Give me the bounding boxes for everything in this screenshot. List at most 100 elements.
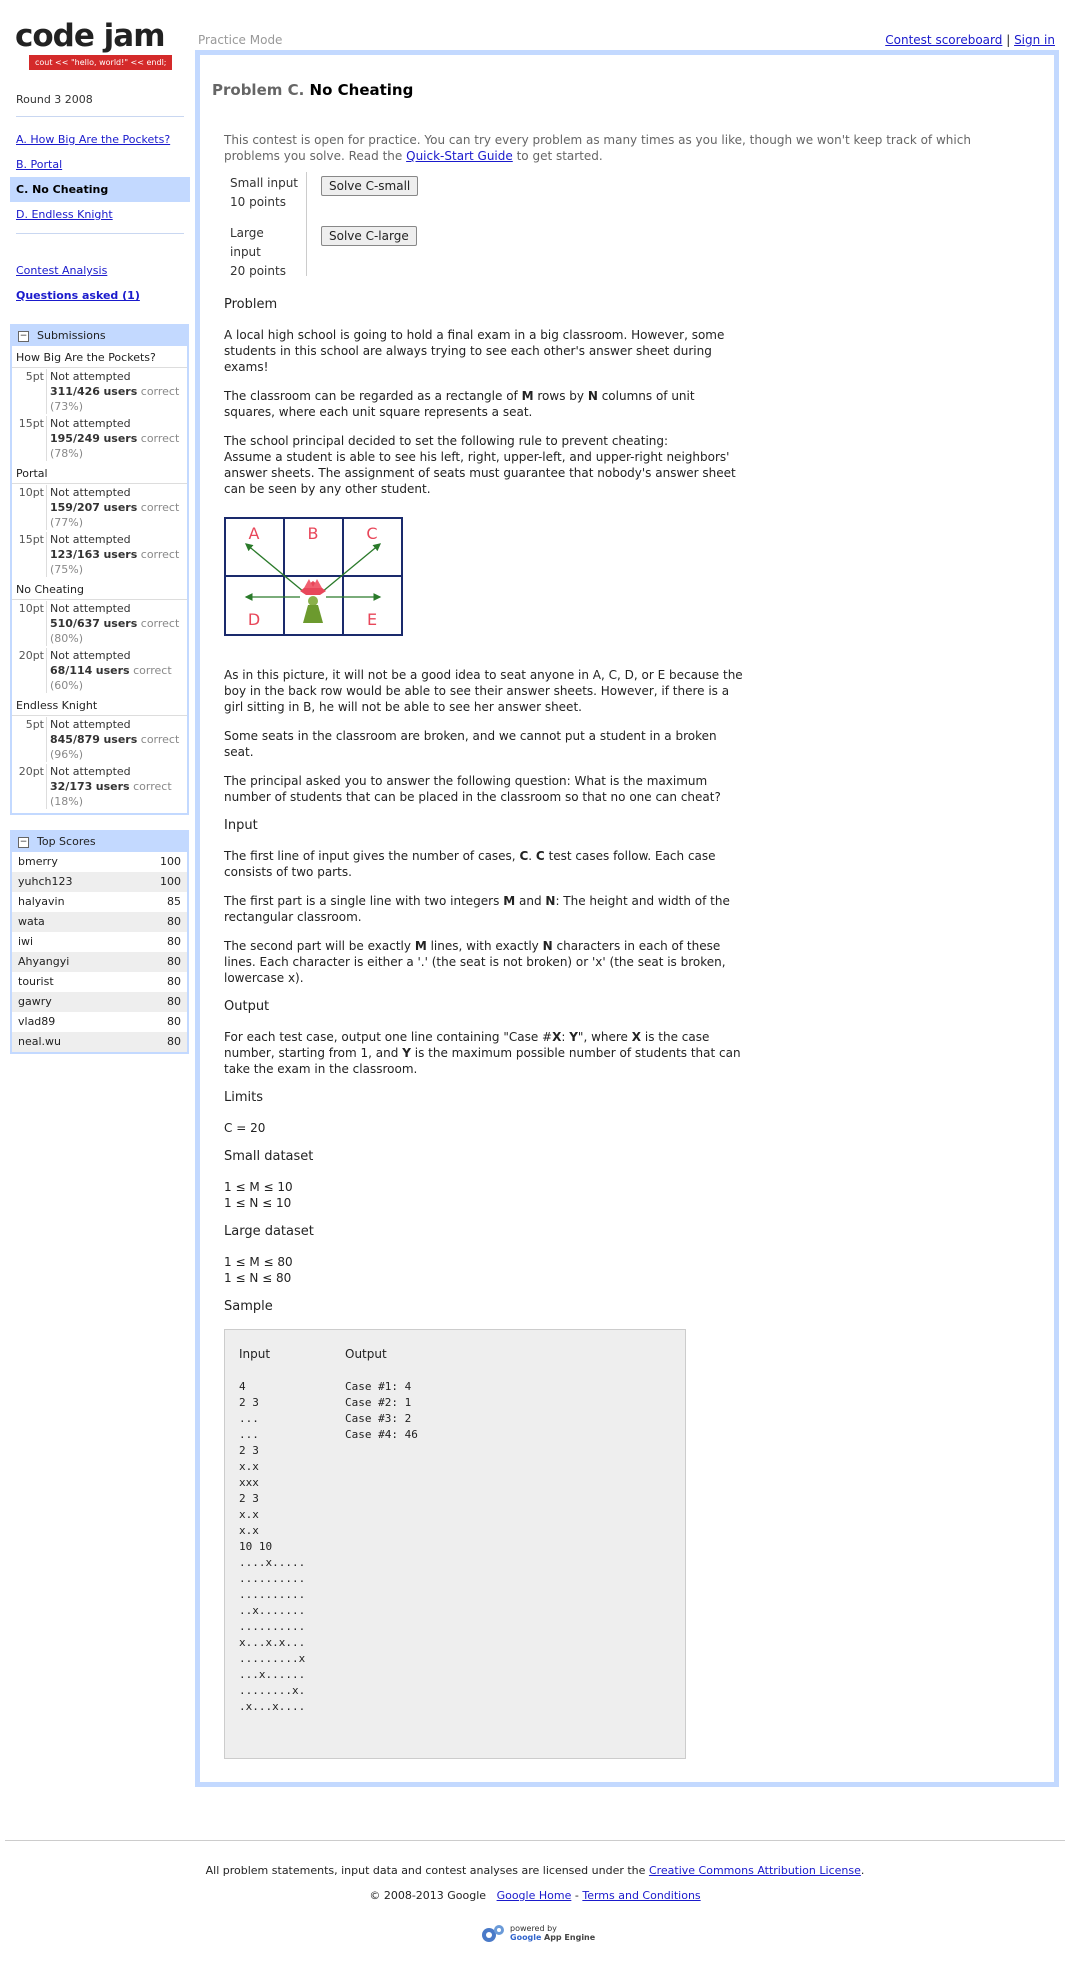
submission-row: 15pt Not attempted 195/249 users correct (7… [12,415,187,462]
link-separator: | [1006,33,1011,47]
score-row: iwi 80 [12,932,187,952]
submissions-header[interactable]: − Submissions [12,326,187,346]
submission-users: 68/114 users correct [50,664,172,677]
problem-panel: Problem C. No Cheating This contest is o… [195,50,1059,1787]
submission-row: 10pt Not attempted 159/207 users correct (7… [12,484,187,531]
problem-prefix: Problem C. [212,81,305,99]
problem-list: A. How Big Are the Pockets? B. Portal C.… [10,127,190,227]
score-name: bmerry [18,855,58,868]
license-line: All problem statements, input data and c… [0,1864,1070,1877]
problem-link-d-label[interactable]: D. Endless Knight [16,208,113,221]
score-name: Ahyangyi [18,955,70,968]
submission-users: 123/163 users correct [50,548,180,561]
problem-link-b-label[interactable]: B. Portal [16,158,62,171]
submission-users: 510/637 users correct [50,617,180,630]
score-value: 80 [167,1015,181,1028]
submission-users: 195/249 users correct [50,432,180,445]
score-row: vlad89 80 [12,1012,187,1032]
app-engine-badge[interactable]: powered by Google App Engine [480,1922,595,1944]
small-input-points: 10 points [230,195,286,209]
submission-points: 10pt [12,601,47,646]
problem-link-a[interactable]: A. How Big Are the Pockets? [10,127,190,152]
questions-asked-label[interactable]: Questions asked (1) [16,289,140,302]
section-problem: Problem [224,297,278,312]
score-name: wata [18,915,45,928]
section-sample: Sample [224,1299,273,1314]
score-value: 80 [167,915,181,928]
score-value: 100 [160,875,181,888]
score-row: gawry 80 [12,992,187,1012]
submission-group-title: No Cheating [12,578,187,600]
submission-row: 5pt Not attempted 845/879 users correct (96… [12,716,187,763]
large-input-label: Large input 20 points [230,224,298,278]
submission-status: Not attempted [50,765,131,778]
submission-points: 20pt [12,764,47,809]
sidebar: code jam cout << "hello, world!" << endl… [10,18,190,1054]
engine-name: App Engine [544,1933,596,1942]
score-name: neal.wu [18,1035,62,1048]
submission-info: Not attempted 510/637 users correct (80%) [47,601,179,646]
copyright-line: © 2008-2013 Google Google Home - Terms a… [0,1889,1070,1902]
seat-label-a: A [249,524,260,543]
contest-analysis-link[interactable]: Contest Analysis [10,258,190,283]
submission-status: Not attempted [50,718,131,731]
paragraph: For each test case, output one line cont… [224,1030,741,1076]
sample-input-header: Input [239,1347,271,1361]
problem-link-a-label[interactable]: A. How Big Are the Pockets? [16,133,170,146]
submission-percent: (77%) [50,516,84,529]
score-row: yuhch123 100 [12,872,187,892]
sign-in-link[interactable]: Sign in [1014,33,1055,47]
section-small-dataset: Small dataset [224,1149,314,1164]
submission-points: 5pt [12,717,47,762]
problem-name: No Cheating [309,81,414,99]
sample-output-column: Output Case #1: 4 Case #2: 1 Case #3: 2 … [345,1346,451,1742]
score-value: 80 [167,955,181,968]
powered-by-text: powered by [510,1924,557,1933]
top-scores-header[interactable]: − Top Scores [12,832,187,852]
cc-license-link[interactable]: Creative Commons Attribution License [649,1864,861,1877]
contest-analysis-label[interactable]: Contest Analysis [16,264,107,277]
score-row: bmerry 100 [12,852,187,872]
solve-small-button[interactable]: Solve C-small [321,176,419,196]
submission-info: Not attempted 195/249 users correct (78%) [47,416,179,461]
seat-grid-diagram: A B C D E [224,517,403,636]
seat-label-e: E [367,610,377,629]
score-value: 80 [167,1035,181,1048]
problem-link-b[interactable]: B. Portal [10,152,190,177]
practice-note-end: to get started. [516,149,603,163]
questions-asked-link[interactable]: Questions asked (1) [10,283,190,308]
paragraph: The school principal decided to set the … [224,434,736,496]
problem-link-c-active[interactable]: C. No Cheating [10,177,190,202]
seat-label-b: B [308,524,319,543]
sample-output-text: Case #1: 4 Case #2: 1 Case #3: 2 Case #4… [345,1380,418,1441]
submission-info: Not attempted 311/426 users correct (73%) [47,369,179,414]
logo-tagline: cout << "hello, world!" << endl; [29,55,173,70]
submission-group-title: How Big Are the Pockets? [12,346,187,368]
google-home-link[interactable]: Google Home [497,1889,572,1902]
footer-divider [5,1840,1065,1841]
score-value: 85 [167,895,181,908]
submission-info: Not attempted 123/163 users correct (75%) [47,532,179,577]
submission-status: Not attempted [50,370,131,383]
quick-start-guide-link[interactable]: Quick-Start Guide [406,149,513,163]
logo[interactable]: code jam cout << "hello, world!" << endl… [10,18,190,70]
terms-link[interactable]: Terms and Conditions [582,1889,700,1902]
submission-info: Not attempted 68/114 users correct (60%) [47,648,172,693]
solve-large-button[interactable]: Solve C-large [321,226,417,246]
divider [16,116,184,117]
submissions-groups: How Big Are the Pockets? 5pt Not attempted… [12,346,187,813]
input-labels: Small input 10 points Large input 20 poi… [224,172,307,278]
contest-scoreboard-link[interactable]: Contest scoreboard [885,33,1002,47]
paragraph: The first line of input gives the number… [224,849,716,879]
score-row: Ahyangyi 80 [12,952,187,972]
collapse-icon[interactable]: − [18,330,29,342]
problem-link-d[interactable]: D. Endless Knight [10,202,190,227]
paragraph: A local high school is going to hold a f… [224,328,725,374]
collapse-icon[interactable]: − [18,836,29,848]
section-large-dataset: Large dataset [224,1224,314,1239]
submission-percent: (73%) [50,400,84,413]
submission-row: 20pt Not attempted 32/173 users correct (18… [12,763,187,813]
submission-users: 32/173 users correct [50,780,172,793]
top-links: Contest scoreboard | Sign in [885,33,1055,47]
submission-row: 10pt Not attempted 510/637 users correct (8… [12,600,187,647]
